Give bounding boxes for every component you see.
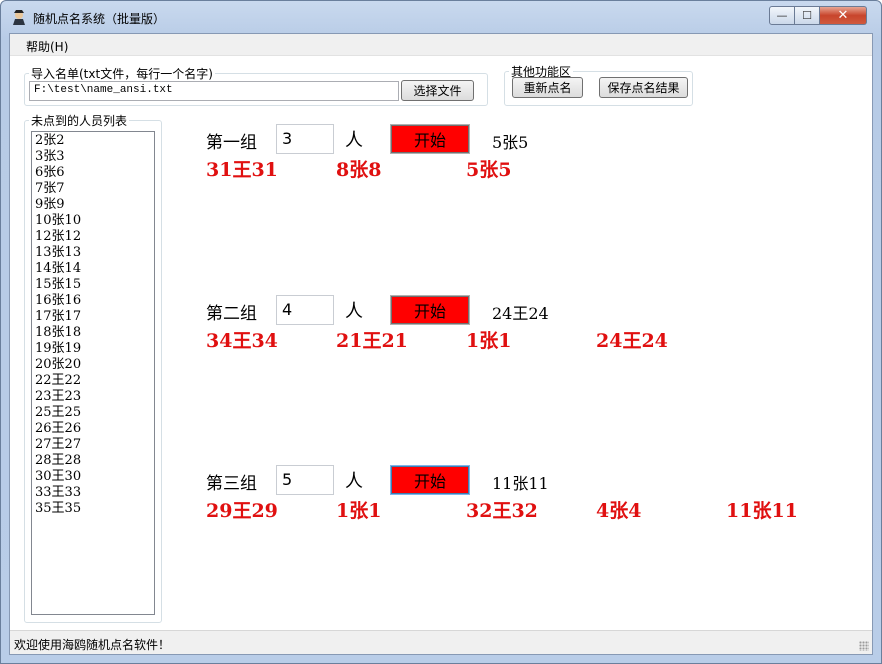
list-item[interactable]: 2张2 — [35, 133, 151, 149]
client-area: 帮助(H) 导入名单(txt文件，每行一个名字) F:\test\name_an… — [9, 33, 873, 655]
group-label: 第二组 — [206, 304, 257, 324]
list-item[interactable]: 3张3 — [35, 149, 151, 165]
save-results-button[interactable]: 保存点名结果 — [599, 77, 688, 98]
list-item[interactable]: 17张17 — [35, 309, 151, 325]
choose-file-button[interactable]: 选择文件 — [401, 80, 474, 101]
list-item[interactable]: 27王27 — [35, 437, 151, 453]
start-button[interactable]: 开始 — [390, 124, 470, 154]
file-path-input[interactable]: F:\test\name_ansi.txt — [29, 81, 399, 101]
list-item[interactable]: 26王26 — [35, 421, 151, 437]
group-unit-label: 人 — [345, 471, 363, 492]
current-name: 11张11 — [492, 474, 549, 493]
group-unit-label: 人 — [345, 130, 363, 151]
resize-grip-icon[interactable] — [859, 641, 869, 651]
list-item[interactable]: 35王35 — [35, 501, 151, 517]
start-button[interactable]: 开始 — [390, 295, 470, 325]
list-item[interactable]: 6张6 — [35, 165, 151, 181]
result-name: 8张8 — [336, 159, 382, 181]
menu-bar: 帮助(H) — [10, 34, 872, 56]
window-title: 随机点名系统（批量版） — [33, 12, 166, 26]
list-item[interactable]: 18张18 — [35, 325, 151, 341]
list-item[interactable]: 19张19 — [35, 341, 151, 357]
app-logo-icon — [13, 10, 25, 25]
result-name: 1张1 — [466, 330, 512, 352]
close-icon: ✕ — [837, 8, 849, 23]
status-bar: 欢迎使用海鸥随机点名软件！ — [10, 630, 872, 654]
list-item[interactable]: 16张16 — [35, 293, 151, 309]
list-item[interactable]: 9张9 — [35, 197, 151, 213]
list-item[interactable]: 13张13 — [35, 245, 151, 261]
result-name: 5张5 — [466, 159, 512, 181]
close-button[interactable]: ✕ — [820, 6, 867, 25]
result-name: 24王24 — [596, 330, 668, 352]
result-name: 11张11 — [726, 500, 798, 522]
list-item[interactable]: 22王22 — [35, 373, 151, 389]
result-name: 21王21 — [336, 330, 408, 352]
list-item[interactable]: 33王33 — [35, 485, 151, 501]
list-item[interactable]: 14张14 — [35, 261, 151, 277]
result-name: 34王34 — [206, 330, 278, 352]
group-label: 第三组 — [206, 474, 257, 494]
title-bar[interactable]: 随机点名系统（批量版） — ☐ ✕ — [1, 1, 881, 33]
list-item[interactable]: 30王30 — [35, 469, 151, 485]
list-item[interactable]: 25王25 — [35, 405, 151, 421]
uncalled-listbox[interactable]: 2张2 3张3 6张6 7张7 9张9 10张10 12张12 13张13 14张14 15张15… — [31, 131, 155, 615]
app-window: 随机点名系统（批量版） — ☐ ✕ 帮助(H) 导入名单(txt文件，每行一个名… — [0, 0, 882, 664]
list-item[interactable]: 12张12 — [35, 229, 151, 245]
list-item[interactable]: 10张10 — [35, 213, 151, 229]
list-item[interactable]: 15张15 — [35, 277, 151, 293]
minimize-button[interactable]: — — [769, 6, 795, 25]
maximize-icon: ☐ — [802, 9, 812, 22]
maximize-button[interactable]: ☐ — [795, 6, 820, 25]
current-name: 24王24 — [492, 304, 549, 323]
current-name: 5张5 — [492, 133, 529, 152]
list-item[interactable]: 28王28 — [35, 453, 151, 469]
result-name: 29王29 — [206, 500, 278, 522]
menu-help[interactable]: 帮助(H) — [26, 38, 68, 55]
group-count-input[interactable]: 4 — [276, 295, 334, 325]
start-button[interactable]: 开始 — [390, 465, 470, 495]
main-content: 导入名单(txt文件，每行一个名字) F:\test\name_ansi.txt… — [10, 57, 872, 630]
reset-rollcall-button[interactable]: 重新点名 — [512, 77, 583, 98]
group-count-input[interactable]: 3 — [276, 124, 334, 154]
import-legend: 导入名单(txt文件，每行一个名字) — [31, 67, 213, 81]
list-item[interactable]: 7张7 — [35, 181, 151, 197]
list-legend: 未点到的人员列表 — [31, 114, 128, 128]
result-name: 32王32 — [466, 500, 538, 522]
group-count-input[interactable]: 5 — [276, 465, 334, 495]
group-unit-label: 人 — [345, 301, 363, 322]
result-name: 31王31 — [206, 159, 278, 181]
result-name: 1张1 — [336, 500, 382, 522]
minimize-icon: — — [776, 9, 788, 22]
result-name: 4张4 — [596, 500, 642, 522]
list-item[interactable]: 23王23 — [35, 389, 151, 405]
group-label: 第一组 — [206, 133, 257, 153]
list-item[interactable]: 20张20 — [35, 357, 151, 373]
status-text: 欢迎使用海鸥随机点名软件！ — [14, 638, 171, 652]
